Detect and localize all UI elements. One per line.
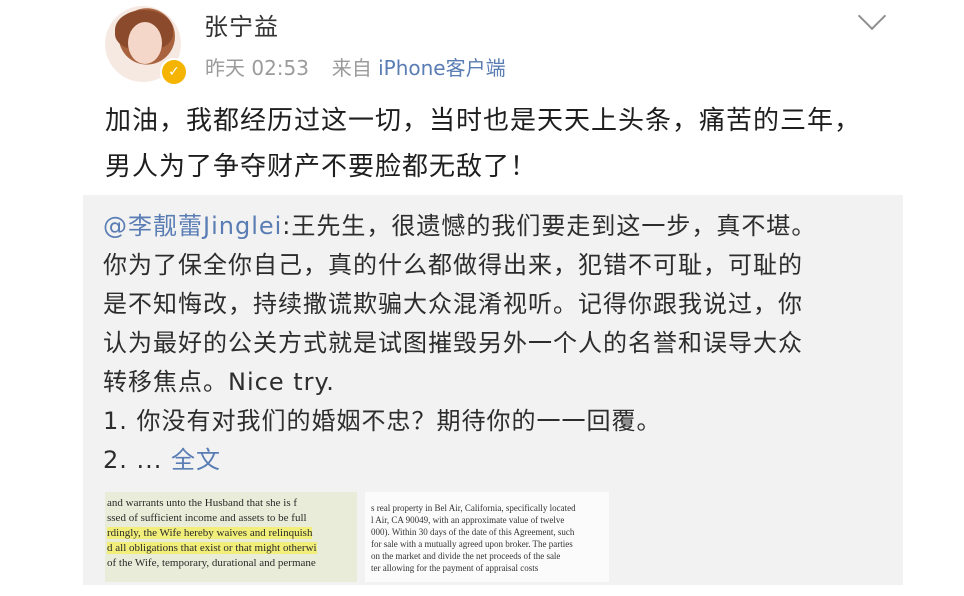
verified-badge-icon: ✓ — [160, 58, 188, 86]
document-image-2[interactable]: s real property in Bel Air, California, … — [365, 492, 609, 582]
doc2-line: l Air, CA 90049, with an approximate val… — [371, 515, 565, 525]
doc1-highlight: rdingly, the Wife hereby waives and reli… — [107, 527, 313, 539]
repost-line-1: @李靓蕾Jinglei:王先生，很遗憾的我们要走到这一步，真不堪。 — [103, 207, 893, 246]
user-name[interactable]: 张宁益 — [204, 7, 279, 42]
post-text: 加油，我都经历过这一切，当时也是天天上头条，痛苦的三年，男人为了争夺财产不要脸都… — [105, 106, 862, 182]
avatar-face — [128, 22, 162, 64]
repost-line-6: 1. 你没有对我们的婚姻不忠？期待你的一一回覆。 — [103, 407, 662, 435]
repost-line1-text: :王先生，很遗憾的我们要走到这一步，真不堪。 — [282, 212, 817, 240]
doc2-line: on the market and divide the net proceed… — [371, 551, 561, 561]
repost-line7-prefix: 2. ... — [103, 446, 172, 474]
post-source-link[interactable]: iPhone客户端 — [378, 56, 506, 80]
repost-line-5: 转移焦点。Nice try. — [103, 368, 335, 396]
doc1-line: ssed of sufficient income and assets to … — [107, 512, 307, 524]
doc1-highlight: d all obligations that exist or that mig… — [107, 542, 317, 554]
doc1-line: and warrants unto the Husband that she i… — [107, 497, 298, 509]
repost-card[interactable]: @李靓蕾Jinglei:王先生，很遗憾的我们要走到这一步，真不堪。 你为了保全你… — [83, 195, 903, 585]
repost-line-7: 2. ... 全文 — [103, 441, 893, 480]
repost-line-3: 是不知悔改，持续撒谎欺骗大众混淆视听。记得你跟我说过，你 — [103, 290, 803, 318]
doc2-line: s real property in Bel Air, California, … — [371, 503, 576, 513]
source-prefix: 来自 — [331, 56, 372, 80]
doc2-line: 000). Within 30 days of the date of this… — [371, 527, 575, 537]
repost-text: @李靓蕾Jinglei:王先生，很遗憾的我们要走到这一步，真不堪。 你为了保全你… — [103, 207, 893, 480]
doc2-line: for sale with a mutually agreed upon bro… — [371, 539, 573, 549]
chevron-down-icon[interactable] — [857, 1, 887, 31]
doc1-line: rdingly, the Wife hereby waives and reli… — [107, 526, 357, 541]
mention-link[interactable]: @李靓蕾Jinglei — [103, 212, 282, 240]
doc1-line: of the Wife, temporary, durational and p… — [107, 557, 316, 569]
post-meta: 昨天 02:53 来自 iPhone客户端 — [205, 52, 506, 81]
full-text-link[interactable]: 全文 — [171, 446, 221, 474]
doc1-line: d all obligations that exist or that mig… — [107, 541, 357, 556]
post-time: 昨天 02:53 — [205, 56, 309, 80]
repost-line-2: 你为了保全你自己，真的什么都做得出来，犯错不可耻，可耻的 — [103, 251, 803, 279]
repost-line-4: 认为最好的公关方式就是试图摧毁另外一个人的名誉和误导大众 — [103, 329, 803, 357]
doc2-line: ter allowing for the payment of appraisa… — [371, 563, 539, 573]
document-image-1[interactable]: and warrants unto the Husband that she i… — [105, 492, 357, 582]
